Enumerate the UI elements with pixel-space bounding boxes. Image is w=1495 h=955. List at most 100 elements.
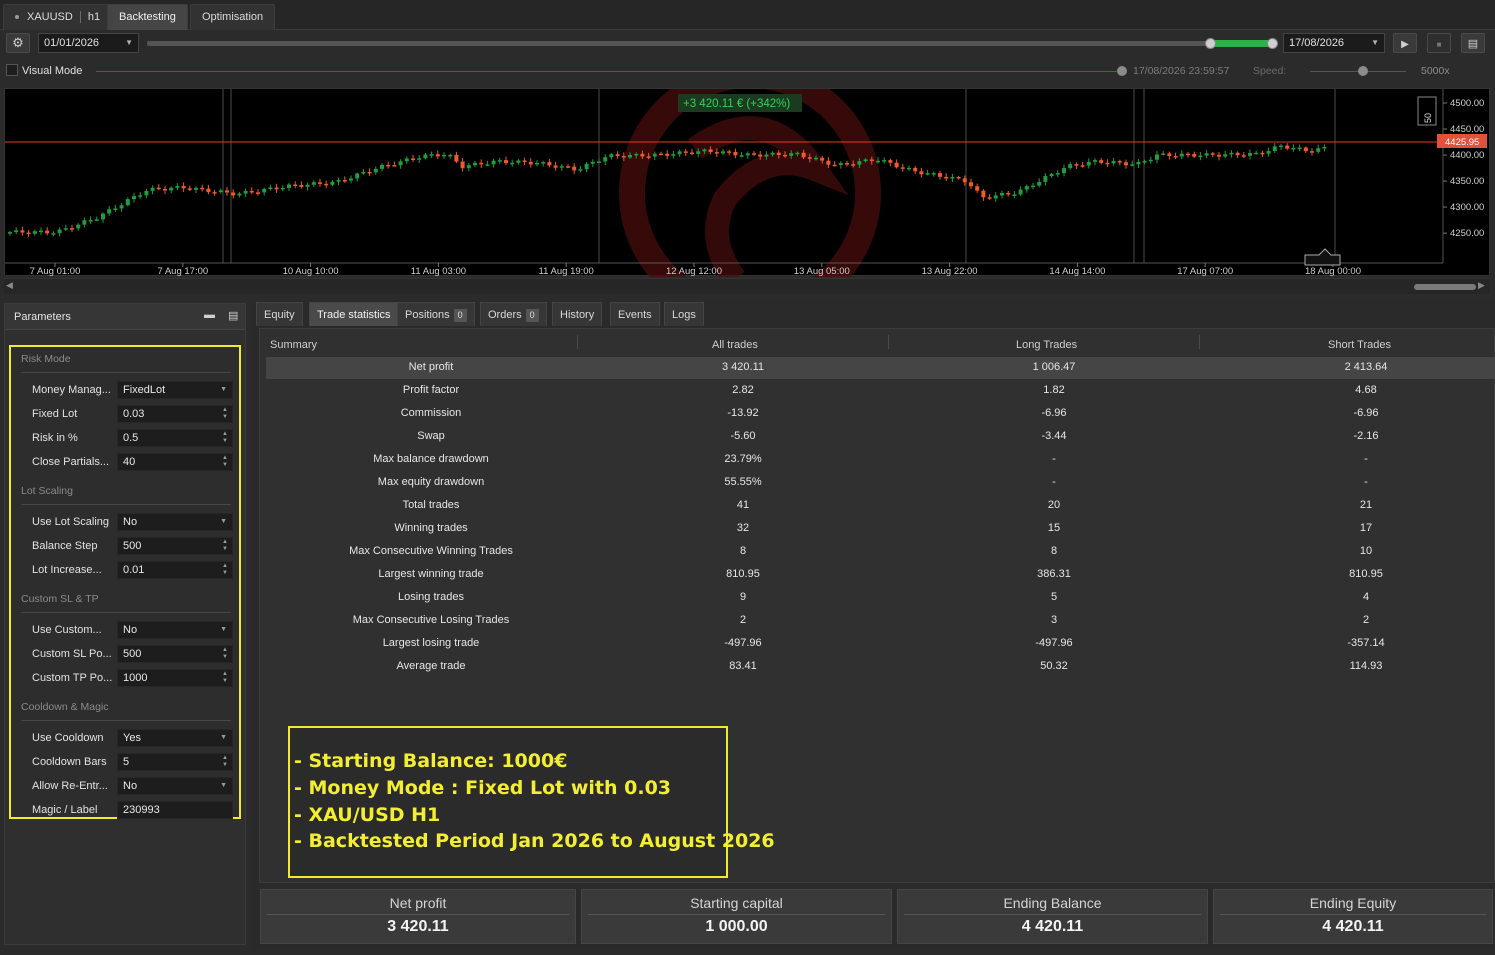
parameter-spinbox[interactable]: 1000 ▲ ▼	[117, 669, 233, 687]
bullish-candle	[863, 159, 868, 162]
spinner-arrows-icon[interactable]: ▲ ▼	[222, 431, 228, 445]
parameter-spinbox[interactable]: 500 ▲ ▼	[117, 645, 233, 663]
table-row[interactable]: Total trades 41 20 21	[266, 495, 1495, 517]
bullish-candle	[578, 169, 583, 171]
bearish-candle	[845, 163, 849, 165]
spinner-arrows-icon[interactable]: ▲ ▼	[222, 539, 228, 553]
scroll-thumb[interactable]	[1414, 284, 1476, 290]
bullish-candle	[677, 151, 682, 155]
table-row[interactable]: Max Consecutive Losing Trades 2 3 2	[266, 610, 1495, 632]
stop-button[interactable]: ■	[1427, 33, 1451, 53]
table-row[interactable]: Losing trades 9 5 4	[266, 587, 1495, 609]
visual-mode-label: Visual Mode	[22, 65, 83, 77]
minimize-panel-icon[interactable]: ▬	[204, 309, 215, 321]
parameter-dropdown[interactable]: No ▼	[117, 777, 233, 795]
tab-history[interactable]: History	[552, 302, 603, 326]
bearish-candle	[938, 173, 942, 177]
parameter-label: Balance Step	[32, 540, 98, 552]
table-row[interactable]: Swap -5.60 -3.44 -2.16	[266, 426, 1495, 448]
table-row[interactable]: Average trade 83.41 50.32 114.93	[266, 656, 1495, 678]
end-date-picker[interactable]: 17/08/2026 ▼	[1283, 33, 1385, 53]
row-label: Max balance drawdown	[373, 453, 489, 465]
table-row[interactable]: Max equity drawdown 55.55% - -	[266, 472, 1495, 494]
spinner-arrows-icon[interactable]: ▲ ▼	[222, 671, 228, 685]
bearish-candle	[460, 161, 465, 169]
current-price-text: 4425.95	[1445, 137, 1479, 148]
price-chart[interactable]: 4500.00 4450.00 4400.00 4350.00 4300.00 4250.…	[4, 88, 1490, 277]
table-row[interactable]: Commission -13.92 -6.96 -6.96	[266, 403, 1495, 425]
bullish-candle	[82, 220, 87, 225]
row-label: Average trade	[396, 660, 466, 672]
speed-label: Speed:	[1253, 65, 1287, 77]
time-tick-label: 7 Aug 17:00	[157, 266, 208, 277]
chart-horizontal-scrollbar[interactable]: ◀ ▶	[4, 278, 1490, 294]
bearish-candle	[225, 190, 229, 193]
parameter-spinbox[interactable]: 0.03 ▲ ▼	[117, 405, 233, 423]
tab-events[interactable]: Events	[610, 302, 660, 326]
bearish-candle	[504, 160, 508, 164]
bullish-candle	[739, 155, 744, 157]
column-separator	[888, 335, 889, 349]
bullish-candle	[1161, 153, 1166, 155]
row-value: -	[1052, 476, 1056, 488]
speed-slider-handle[interactable]	[1358, 66, 1368, 76]
bearish-candle	[20, 230, 25, 233]
tab-equity[interactable]: Equity	[256, 302, 303, 326]
spinner-arrows-icon[interactable]: ▲ ▼	[222, 407, 228, 421]
parameter-spinbox[interactable]: 0.5 ▲ ▼	[117, 429, 233, 447]
parameter-value: FixedLot	[123, 384, 166, 396]
table-row[interactable]: Net profit 3 420.11 1 006.47 2 413.64	[266, 357, 1495, 379]
table-row[interactable]: Largest winning trade 810.95 386.31 810.95	[266, 564, 1495, 586]
bearish-candle	[566, 166, 570, 168]
table-row[interactable]: Largest losing trade -497.96 -497.96 -357.1…	[266, 633, 1495, 655]
range-start-handle[interactable]	[1205, 38, 1216, 49]
spinner-arrows-icon[interactable]: ▲ ▼	[222, 647, 228, 661]
tab-positions[interactable]: Positions 0	[397, 302, 475, 326]
spinner-arrows-icon[interactable]: ▲ ▼	[222, 455, 228, 469]
play-button[interactable]: ▶	[1393, 33, 1417, 53]
row-value: 5	[1050, 591, 1058, 603]
visual-mode-checkbox[interactable]	[6, 64, 18, 76]
table-row[interactable]: Max Consecutive Winning Trades 8 8 10	[266, 541, 1495, 563]
summary-value: 3 420.11	[387, 918, 449, 935]
spinner-arrows-icon[interactable]: ▲ ▼	[222, 563, 228, 577]
table-row[interactable]: Max balance drawdown 23.79% - -	[266, 449, 1495, 471]
scroll-right-icon[interactable]: ▶	[1478, 280, 1485, 291]
bullish-candle	[702, 149, 707, 152]
settings-gear-button[interactable]: ⚙	[6, 33, 30, 53]
bearish-candle	[615, 154, 620, 157]
range-end-handle[interactable]	[1267, 38, 1278, 49]
tab-logs[interactable]: Logs	[664, 302, 704, 326]
parameter-dropdown[interactable]: No ▼	[117, 621, 233, 639]
chevron-down-icon: ▼	[220, 626, 227, 633]
parameter-dropdown[interactable]: Yes ▼	[117, 729, 233, 747]
start-date-picker[interactable]: 01/01/2026 ▼	[38, 33, 139, 53]
parameter-value: 500	[123, 540, 142, 552]
table-row[interactable]: Winning trades 32 15 17	[266, 518, 1495, 540]
tab-separator	[79, 11, 81, 24]
table-row[interactable]: Profit factor 2.82 1.82 4.68	[266, 380, 1495, 402]
bearish-candle	[646, 156, 651, 158]
save-parameters-icon[interactable]: ▤	[228, 309, 238, 322]
tab-symbol-xauusd[interactable]: XAUUSD h1	[3, 4, 113, 30]
spinner-arrows-icon[interactable]: ▲ ▼	[222, 755, 228, 769]
row-label: Losing trades	[397, 591, 465, 603]
parameter-value: 5	[123, 756, 130, 768]
date-range-slider-track[interactable]	[147, 41, 1275, 46]
parameter-spinbox[interactable]: 5 ▲ ▼	[117, 753, 233, 771]
tab-optimisation[interactable]: Optimisation	[190, 4, 276, 30]
tab-backtesting[interactable]: Backtesting	[107, 4, 188, 30]
parameter-spinbox[interactable]: 40 ▲ ▼	[117, 453, 233, 471]
save-report-button[interactable]: ▤	[1461, 33, 1485, 53]
tab-trade-statistics[interactable]: Trade statistics	[309, 302, 399, 326]
parameter-dropdown[interactable]: No ▼	[117, 513, 233, 531]
row-value: -6.96	[1041, 407, 1067, 419]
parameter-spinbox[interactable]: 500 ▲ ▼	[117, 537, 233, 555]
tab-orders[interactable]: Orders 0	[480, 302, 547, 326]
scroll-left-icon[interactable]: ◀	[6, 280, 13, 291]
parameter-text-input[interactable]: 230993	[117, 801, 233, 819]
visual-progress-handle[interactable]	[1117, 66, 1127, 76]
parameter-spinbox[interactable]: 0.01 ▲ ▼	[117, 561, 233, 579]
parameter-dropdown[interactable]: FixedLot ▼	[117, 381, 233, 399]
bullish-candle	[194, 187, 198, 190]
